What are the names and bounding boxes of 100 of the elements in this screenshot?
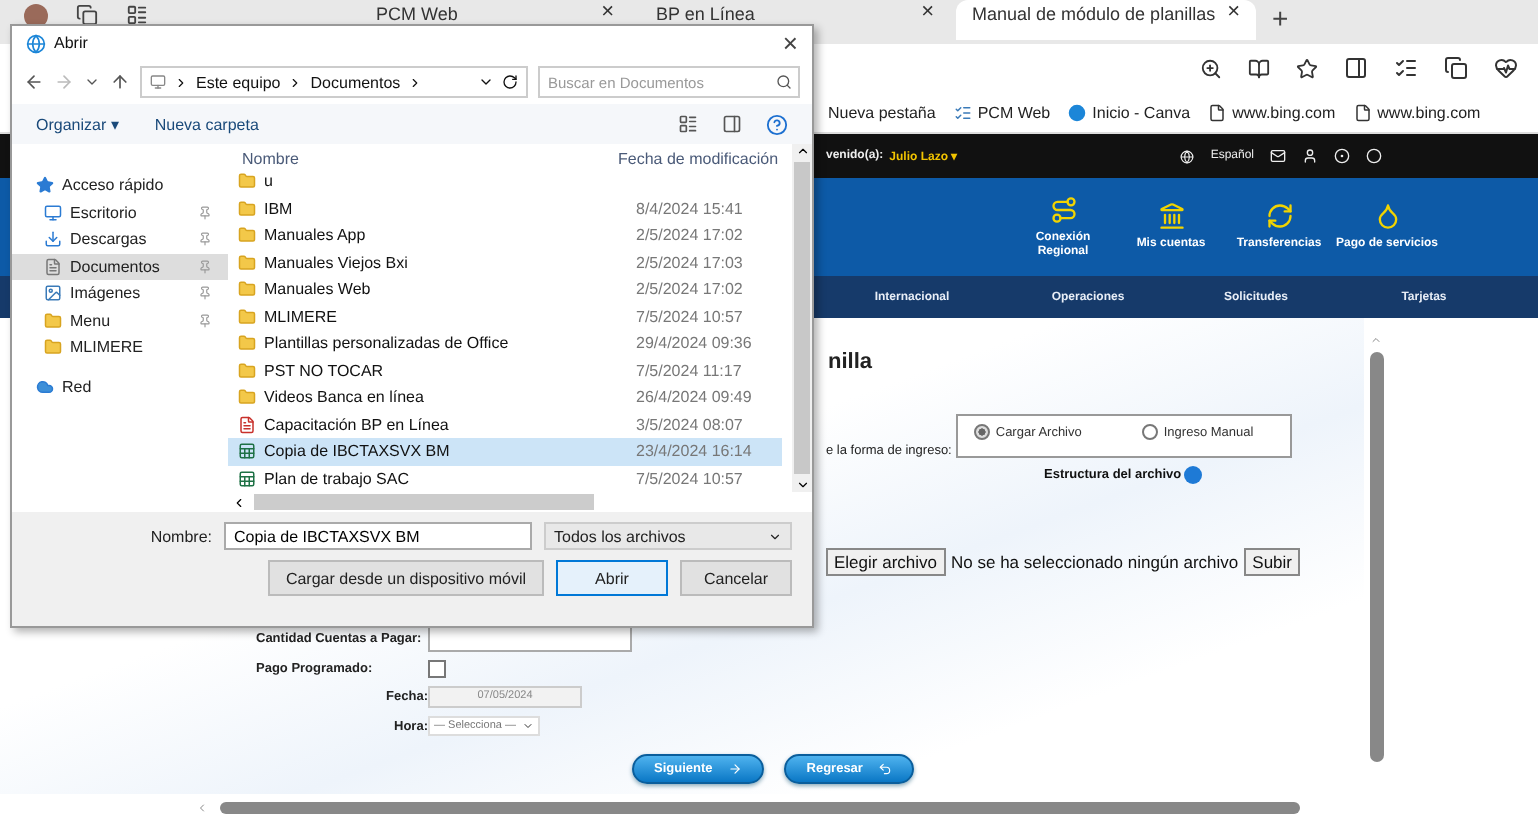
choose-file-button[interactable]: Elegir archivo [826, 548, 945, 576]
globe-logo-icon [26, 33, 46, 53]
sidebar-item[interactable]: MLIMERE [12, 334, 228, 361]
search-icon[interactable] [776, 74, 792, 90]
chevron-right-icon[interactable] [174, 75, 188, 89]
sidebar-item[interactable]: Documentos [12, 253, 228, 280]
tab-actions-icon[interactable] [76, 4, 98, 26]
new-tab-button[interactable]: + [1272, 6, 1289, 30]
browser-tab[interactable]: Manual de módulo de planillas × [956, 0, 1256, 40]
document-icon [238, 415, 256, 434]
folder-icon [238, 226, 256, 245]
sidebar-item[interactable]: Menu [12, 307, 228, 334]
path-segment[interactable]: Documentos [310, 73, 401, 91]
spreadsheet-icon [238, 469, 256, 488]
bookmark-link[interactable]: Inicio - Canva [1068, 103, 1191, 121]
chevron-down-icon[interactable] [478, 74, 494, 90]
file-type-dropdown[interactable]: Todos los archivos [544, 522, 792, 550]
file-row[interactable]: IBM 8/4/2024 15:41 [228, 195, 782, 222]
return-arrow-icon [878, 762, 893, 776]
column-header[interactable]: Fecha de modificación [618, 150, 779, 168]
upload-button[interactable]: Subir [1244, 548, 1300, 576]
close-icon[interactable]: × [601, 4, 614, 22]
monitor-icon [44, 203, 62, 222]
favorites-icon[interactable] [1394, 56, 1418, 80]
up-icon[interactable] [110, 72, 130, 92]
monitor-icon [150, 74, 166, 90]
file-status: No se ha seleccionado ningún archivo [951, 552, 1239, 572]
path-bar[interactable]: Este equipo Documentos [140, 66, 528, 98]
folder-icon [238, 361, 256, 380]
folder-icon [44, 311, 62, 330]
file-row[interactable]: MLIMERE 7/5/2024 10:57 [228, 303, 782, 330]
circle-icon[interactable] [1366, 148, 1382, 164]
sidebar-item[interactable]: Descargas [12, 226, 228, 253]
page-icon [1353, 103, 1372, 121]
bookmark-link[interactable]: www.bing.com [1353, 103, 1481, 121]
globe-icon [1180, 149, 1195, 163]
close-icon[interactable]: × [782, 31, 798, 55]
zoom-icon[interactable] [1200, 57, 1222, 79]
collections-icon[interactable] [1444, 56, 1468, 80]
document-icon [44, 257, 62, 276]
new-folder-button[interactable]: Nueva carpeta [154, 115, 259, 133]
dialog-button[interactable]: Abrir [556, 560, 668, 596]
close-icon[interactable]: × [921, 4, 934, 22]
close-icon[interactable]: × [1227, 4, 1241, 22]
bookmark-link[interactable]: Nueva pestaña [828, 103, 936, 121]
back-icon[interactable] [24, 72, 44, 92]
dialog-button[interactable]: Cargar desde un dispositivo móvil [267, 560, 544, 596]
user-icon[interactable] [1302, 148, 1318, 164]
circle-logo-icon [1068, 103, 1087, 121]
split-screen-icon[interactable] [1344, 56, 1368, 80]
sidebar-item[interactable]: Imágenes [12, 280, 228, 307]
chevron-down-icon[interactable] [84, 74, 100, 90]
mail-icon[interactable] [1270, 148, 1286, 164]
preview-pane-icon[interactable] [722, 114, 742, 134]
checkbox[interactable] [428, 660, 446, 678]
list-scrollbar[interactable] [792, 144, 812, 492]
refresh-icon[interactable] [502, 74, 518, 90]
folder-icon [44, 338, 62, 357]
path-segment[interactable]: Este equipo [196, 73, 281, 91]
bookmark-link[interactable]: www.bing.com [1208, 103, 1336, 121]
view-options-icon[interactable] [678, 114, 698, 134]
file-row[interactable]: Manuales Web 2/5/2024 17:02 [228, 276, 782, 303]
folder-icon [238, 307, 256, 326]
download-icon [44, 230, 62, 249]
file-row[interactable]: PST NO TOCAR 7/5/2024 11:17 [228, 357, 782, 384]
circle-icon[interactable] [1334, 148, 1350, 164]
folder-icon [238, 199, 256, 218]
scroll-left-icon[interactable] [232, 495, 246, 509]
folder-icon [238, 253, 256, 272]
file-row[interactable]: Plan de trabajo SAC 7/5/2024 10:57 [228, 465, 782, 492]
dialog-button[interactable]: Cancelar [680, 560, 792, 596]
bank-icon [1157, 202, 1185, 230]
transfer-icon [1265, 202, 1293, 230]
chevron-right-icon[interactable] [408, 75, 423, 89]
bookmark-link[interactable]: PCM Web [953, 103, 1051, 121]
tab-list-icon[interactable] [126, 4, 148, 26]
file-row[interactable]: Copia de IBCTAXSVX BM 23/4/2024 16:14 [228, 438, 782, 465]
star-icon [36, 176, 54, 195]
sidebar-item[interactable]: Escritorio [12, 199, 228, 226]
scroll-up-icon[interactable] [795, 144, 809, 158]
scroll-down-icon[interactable] [795, 478, 809, 492]
sidebar-item[interactable]: Red [12, 373, 228, 400]
file-row[interactable]: Capacitación BP en Línea 3/5/2024 08:07 [228, 411, 782, 438]
file-name-field[interactable]: Copia de IBCTAXSVX BM [224, 522, 532, 550]
star-icon[interactable] [1296, 57, 1318, 79]
read-aloud-icon[interactable] [1248, 57, 1270, 79]
file-row[interactable]: Plantillas personalizadas de Office 29/4/2024 09:36 [228, 330, 782, 357]
route-icon [1049, 195, 1077, 223]
page-icon [1208, 103, 1227, 121]
health-icon[interactable] [1494, 56, 1518, 80]
file-row[interactable]: Videos Banca en línea 26/4/2024 09:49 [228, 384, 782, 411]
file-row[interactable]: Manuales Viejos Bxi 2/5/2024 17:03 [228, 249, 782, 276]
file-row[interactable]: Manuales App 2/5/2024 17:02 [228, 222, 782, 249]
spreadsheet-icon [238, 442, 256, 461]
column-header[interactable]: Nombre [242, 150, 618, 168]
folder-icon [238, 172, 256, 191]
organize-menu[interactable]: Organizar ▾ [36, 115, 119, 133]
sidebar-item[interactable]: Acceso rápido [12, 172, 228, 199]
file-row[interactable]: u [228, 168, 782, 195]
chevron-right-icon[interactable] [288, 75, 303, 89]
